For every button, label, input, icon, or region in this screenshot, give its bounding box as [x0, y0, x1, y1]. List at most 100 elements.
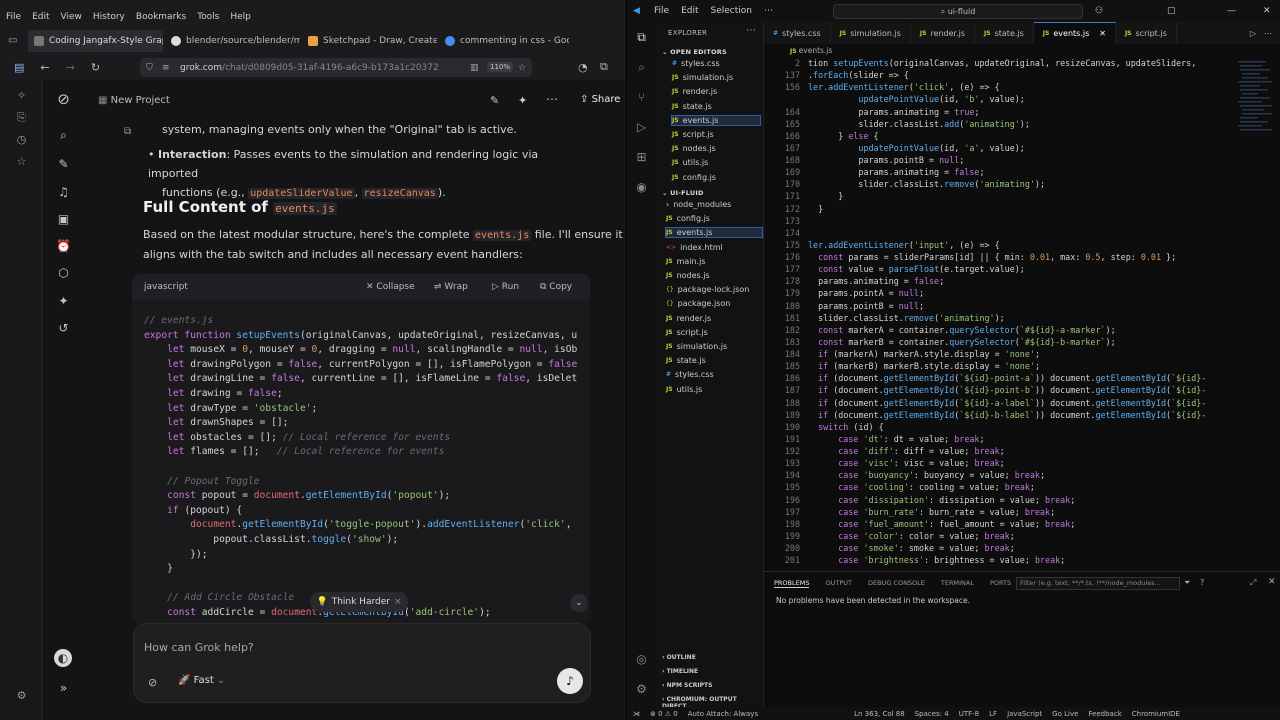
bookmark-star-icon[interactable]: ☆: [518, 63, 526, 73]
chromium-ide-status[interactable]: ChromiumIDE: [1132, 710, 1180, 718]
scroll-down-button[interactable]: ⌄: [570, 594, 588, 612]
source-control-icon[interactable]: ⑂: [634, 90, 649, 105]
account-icon[interactable]: ◎: [634, 652, 649, 667]
menu-bookmarks[interactable]: Bookmarks: [136, 12, 186, 22]
menu-file[interactable]: File: [654, 6, 669, 16]
project-file-item[interactable]: JS events.js: [665, 227, 763, 239]
projects-icon[interactable]: ⬡: [56, 266, 71, 281]
close-icon[interactable]: ✕: [1263, 6, 1271, 16]
reader-icon[interactable]: ▥: [470, 63, 479, 73]
project-file-item[interactable]: JS render.js: [666, 314, 762, 323]
mode-selector[interactable]: 🚀 Fast ⌄: [178, 675, 225, 686]
project-header[interactable]: ⌄ UI-FLUID: [662, 189, 704, 197]
extensions-icon[interactable]: ⧉: [600, 60, 608, 74]
tab-ports[interactable]: PORTS: [990, 579, 1011, 588]
project-file-item[interactable]: JS utils.js: [666, 385, 762, 394]
ai-chatbot-icon[interactable]: ✧: [15, 89, 28, 102]
close-tab-icon[interactable]: ✕: [1099, 29, 1106, 38]
browser-tab-grok[interactable]: Coding Jangafx-Style Graph: [28, 29, 163, 52]
project-file-item[interactable]: <> index.html: [666, 243, 762, 252]
run-button[interactable]: ▷ Run: [492, 282, 519, 292]
open-editor-item[interactable]: JS script.js: [672, 130, 760, 139]
bookmarks-icon[interactable]: ☆: [15, 155, 28, 168]
browser-tab-blender[interactable]: blender/source/blender/m: [165, 30, 300, 52]
eol[interactable]: LF: [989, 710, 997, 718]
encoding[interactable]: UTF-8: [959, 710, 979, 718]
voice-icon[interactable]: ♫: [56, 185, 71, 200]
tasks-icon[interactable]: ⏰: [56, 239, 71, 254]
editor-tab[interactable]: JS render.js: [911, 22, 976, 44]
close-icon[interactable]: ×: [394, 597, 402, 607]
more-icon[interactable]: ⋯: [746, 25, 756, 36]
project-file-item[interactable]: JS main.js: [666, 257, 762, 266]
menu-selection[interactable]: Selection: [711, 6, 752, 16]
open-editor-item[interactable]: # styles.css: [672, 59, 760, 68]
auto-attach-status[interactable]: Auto Attach: Always: [688, 710, 758, 718]
attach-icon[interactable]: ⊘: [148, 676, 157, 689]
problems-filter-input[interactable]: Filter (e.g. text, **/*.ts, !**/node_mod…: [1016, 577, 1180, 590]
npm-scripts-section[interactable]: › NPM SCRIPTS: [662, 682, 712, 689]
think-harder-chip[interactable]: 💡 Think Harder ×: [310, 592, 408, 612]
grok-logo-icon[interactable]: ⊘: [56, 92, 71, 107]
copy-button[interactable]: ⧉ Copy: [540, 282, 572, 292]
language-mode[interactable]: JavaScript: [1007, 710, 1042, 718]
new-chat-icon[interactable]: ✎: [56, 157, 71, 172]
outline-section[interactable]: › OUTLINE: [662, 654, 696, 661]
extensions-icon[interactable]: ⊞: [634, 150, 649, 165]
menu-view[interactable]: View: [61, 12, 82, 22]
project-file-item[interactable]: JS nodes.js: [666, 271, 762, 280]
close-panel-icon[interactable]: ✕: [1268, 577, 1276, 587]
open-editor-item[interactable]: JS utils.js: [672, 158, 760, 167]
pin-icon[interactable]: ✦: [518, 94, 527, 107]
tab-output[interactable]: OUTPUT: [825, 579, 852, 588]
search-icon[interactable]: ⌕: [56, 128, 71, 143]
project-file-item[interactable]: › node_modules: [666, 200, 762, 209]
editor-tab[interactable]: JS simulation.js: [831, 22, 911, 44]
tab-debug-console[interactable]: DEBUG CONSOLE: [868, 579, 925, 588]
timeline-section[interactable]: › TIMELINE: [662, 668, 698, 675]
menu-tools[interactable]: Tools: [197, 12, 219, 22]
sidebar-toggle-icon[interactable]: ▤: [14, 61, 24, 74]
site-info-icon[interactable]: ≡: [162, 63, 170, 73]
minimap[interactable]: [1234, 57, 1280, 571]
user-avatar[interactable]: ◐: [54, 649, 72, 667]
menu-edit[interactable]: Edit: [681, 6, 698, 16]
project-file-item[interactable]: JS state.js: [666, 356, 762, 365]
new-project-button[interactable]: ▦ New Project: [98, 95, 170, 106]
menu-file[interactable]: File: [6, 12, 21, 22]
copy-message-icon[interactable]: ⧉: [124, 126, 131, 137]
project-file-item[interactable]: {} package.json: [666, 299, 762, 308]
files-icon[interactable]: ▣: [56, 212, 71, 227]
explorer-icon[interactable]: ⧉: [634, 30, 649, 45]
minimize-icon[interactable]: —: [1227, 6, 1236, 16]
tab-problems[interactable]: PROBLEMS: [774, 579, 810, 588]
browser-tab-sketchpad[interactable]: Sketchpad - Draw, Create, S: [302, 30, 437, 52]
project-file-item[interactable]: JS config.js: [666, 214, 762, 223]
chat-input[interactable]: How can Grok help? ⊘ 🚀 Fast ⌄ ♪: [133, 623, 591, 703]
code-editor[interactable]: 2 137 156 164 165 166 167 168 169 170 17…: [764, 57, 1234, 571]
open-editors-header[interactable]: ⌄ OPEN EDITORS: [662, 48, 727, 56]
help-icon[interactable]: ?: [1200, 578, 1204, 587]
edit-icon[interactable]: ✎: [490, 94, 499, 107]
voice-mode-button[interactable]: ♪: [557, 668, 583, 694]
project-file-item[interactable]: JS simulation.js: [666, 342, 762, 351]
more-actions-icon[interactable]: ⋯: [1264, 29, 1280, 38]
chromium-icon[interactable]: ◉: [634, 180, 649, 195]
zoom-badge[interactable]: 110%: [487, 62, 514, 72]
history-icon[interactable]: ◷: [15, 133, 28, 146]
expand-sidebar-icon[interactable]: »: [56, 681, 71, 696]
feedback-button[interactable]: Feedback: [1088, 710, 1121, 718]
browser-tab-google[interactable]: commenting in css - Googl: [439, 30, 569, 52]
project-file-item[interactable]: # styles.css: [666, 370, 762, 379]
menu-edit[interactable]: Edit: [32, 12, 49, 22]
cursor-position[interactable]: Ln 363, Col 88: [854, 710, 905, 718]
tab-terminal[interactable]: TERMINAL: [941, 579, 974, 588]
project-file-item[interactable]: JS script.js: [666, 328, 762, 337]
run-debug-icon[interactable]: ▷: [634, 120, 649, 135]
open-editor-item[interactable]: JS config.js: [672, 173, 760, 182]
editor-tab[interactable]: JS state.js: [975, 22, 1034, 44]
url-bar[interactable]: ⛉ ≡ grok.com/chat/d0809d05-31af-4196-a6c…: [140, 58, 532, 77]
settings-icon[interactable]: ⚙: [15, 689, 28, 702]
open-editor-item[interactable]: JS events.js: [671, 114, 761, 126]
pin-icon[interactable]: ✦: [56, 294, 71, 309]
